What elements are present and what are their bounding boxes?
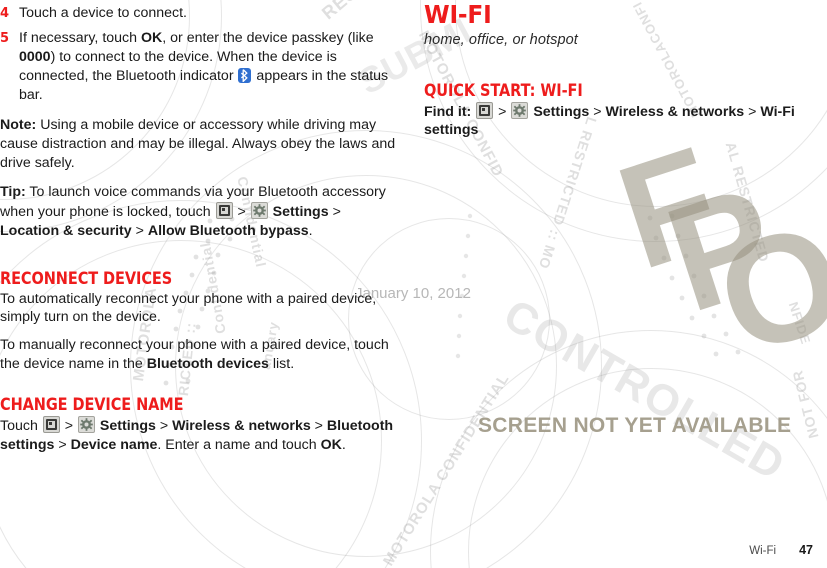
- content-section: CHANGE DEVICE NAME Touch > Settings > Wir…: [0, 395, 400, 455]
- content-section: RECONNECT DEVICES To automatically reconn…: [0, 268, 400, 374]
- gear-icon: [77, 416, 95, 434]
- page-title: WI-FI: [424, 0, 492, 29]
- gear-icon: [511, 101, 529, 119]
- emphasized-text: Wireless & networks: [605, 103, 745, 120]
- emphasized-text: Tip:: [0, 184, 26, 200]
- step-number: 4: [0, 6, 10, 21]
- step-text: Touch a device to connect.: [19, 5, 187, 21]
- numbered-step: 5 If necessary, touch OK, or enter the de…: [0, 29, 400, 105]
- menu-icon: [476, 101, 494, 119]
- emphasized-text: Device name: [70, 436, 158, 453]
- footer-page-number: 47: [799, 543, 813, 557]
- emphasized-text: Allow Bluetooth bypass: [147, 222, 309, 239]
- emphasized-text: Settings: [529, 103, 590, 120]
- emphasized-text: Bluetooth devices: [146, 356, 269, 373]
- emphasized-text: OK: [140, 29, 163, 46]
- emphasized-text: 0000: [19, 48, 51, 65]
- section-paragraph: To manually reconnect your phone with a …: [0, 337, 389, 373]
- emphasized-text: Settings: [268, 203, 329, 220]
- emphasized-text: Settings: [95, 418, 156, 435]
- emphasized-text: Location & security: [0, 222, 132, 239]
- note-paragraph: Note: Using a mobile device or accessory…: [0, 117, 396, 172]
- numbered-step: 4 Touch a device to connect.: [0, 4, 400, 23]
- emphasized-text: Find it:: [424, 103, 476, 120]
- left-sections: RECONNECT DEVICES To automatically reconn…: [0, 268, 400, 455]
- section-heading: RECONNECT DEVICES: [0, 268, 173, 288]
- quick-start-path: Find it: > Settings > Wireless & network…: [424, 101, 795, 139]
- page-subtitle: home, office, or hotspot: [424, 32, 578, 48]
- page-footer: Wi-Fi 47: [749, 543, 813, 557]
- footer-section-label: Wi-Fi: [749, 545, 777, 557]
- bluetooth-icon: [238, 67, 252, 83]
- section-heading: CHANGE DEVICE NAME: [0, 395, 184, 415]
- quick-start-heading: QUICK START: WI-FI: [424, 81, 583, 100]
- emphasized-text: Wireless & networks: [172, 418, 311, 435]
- emphasized-text: Note:: [0, 117, 37, 134]
- section-paragraph: To automatically reconnect your phone wi…: [0, 290, 377, 326]
- numbered-steps-list: 4 Touch a device to connect. 5 If necessary…: [0, 4, 400, 104]
- left-column: 4 Touch a device to connect. 5 If necessary…: [0, 0, 400, 455]
- step-number: 5: [0, 30, 10, 46]
- right-column: WI-FI home, office, or hotspot QUICK STA…: [424, 0, 827, 140]
- gear-icon: [250, 201, 268, 219]
- emphasized-text: OK: [320, 436, 342, 453]
- section-paragraph: Touch > Settings > Wireless & networks >…: [0, 416, 394, 453]
- menu-icon: [215, 201, 233, 219]
- menu-icon: [42, 416, 60, 434]
- page-content: 4 Touch a device to connect. 5 If necessary…: [0, 0, 827, 568]
- tip-paragraph: Tip: To launch voice commands via your B…: [0, 184, 386, 239]
- step-text: If necessary, touch OK, or enter the dev…: [19, 29, 389, 103]
